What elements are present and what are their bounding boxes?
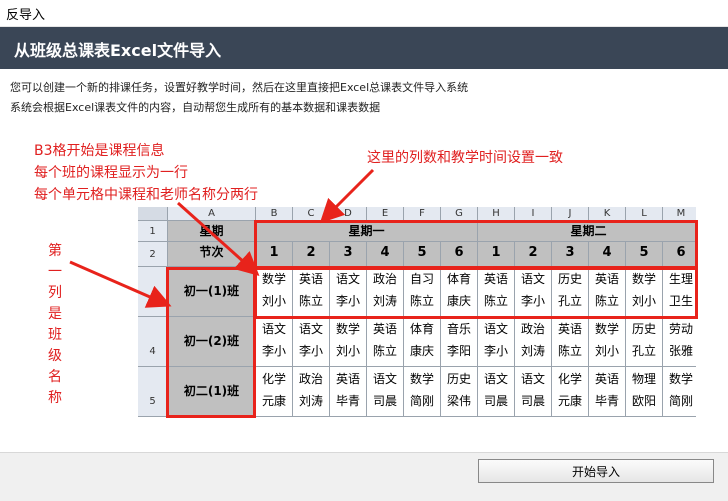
annotation-arrows	[69, 168, 375, 308]
arrow-to-columns	[319, 168, 375, 224]
start-import-button[interactable]: 开始导入	[478, 459, 714, 483]
arrow-to-course-cells	[176, 201, 260, 277]
arrow-to-class-column	[69, 260, 172, 308]
